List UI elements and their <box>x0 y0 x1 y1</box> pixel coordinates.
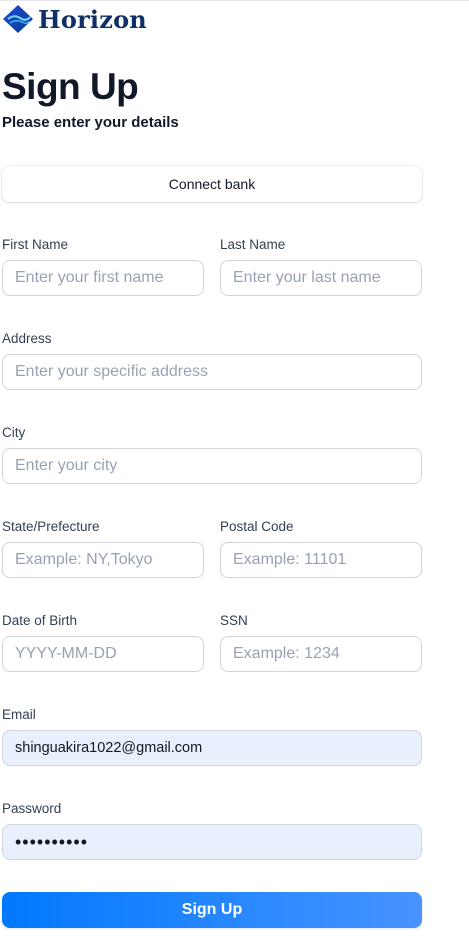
page-subtitle: Please enter your details <box>2 114 179 131</box>
state-input[interactable]: Example: NY,Tokyo <box>2 542 204 578</box>
connect-bank-button[interactable]: Connect bank <box>2 166 422 202</box>
ssn-label: SSN <box>220 613 248 628</box>
password-label: Password <box>2 801 62 816</box>
postal-code-input[interactable]: Example: 11101 <box>220 542 422 578</box>
address-input[interactable]: Enter your specific address <box>2 354 422 390</box>
brand-name: Horizon <box>38 4 147 34</box>
sign-up-label: Sign Up <box>181 901 243 918</box>
ssn-input[interactable]: Example: 1234 <box>220 636 422 672</box>
connect-bank-label: Connect bank <box>168 176 256 192</box>
state-label: State/Prefecture <box>2 519 100 534</box>
last-name-input[interactable]: Enter your last name <box>220 260 422 296</box>
top-divider <box>0 0 469 1</box>
dob-label: Date of Birth <box>2 613 78 628</box>
password-input[interactable]: •••••••••• <box>2 824 422 860</box>
city-input[interactable]: Enter your city <box>2 448 422 484</box>
page-title: Sign Up <box>2 66 139 107</box>
dob-input[interactable]: YYYY-MM-DD <box>2 636 204 672</box>
brand-logo[interactable]: Horizon <box>2 4 147 34</box>
postal-code-label: Postal Code <box>220 519 294 534</box>
horizon-logo-icon <box>3 5 33 33</box>
city-label: City <box>2 425 26 440</box>
email-input[interactable]: shinguakira1022@gmail.com <box>2 730 422 766</box>
sign-up-button[interactable]: Sign Up <box>2 892 422 928</box>
email-label: Email <box>2 707 36 722</box>
first-name-label: First Name <box>2 237 69 252</box>
first-name-input[interactable]: Enter your first name <box>2 260 204 296</box>
address-label: Address <box>2 331 52 346</box>
last-name-label: Last Name <box>220 237 286 252</box>
